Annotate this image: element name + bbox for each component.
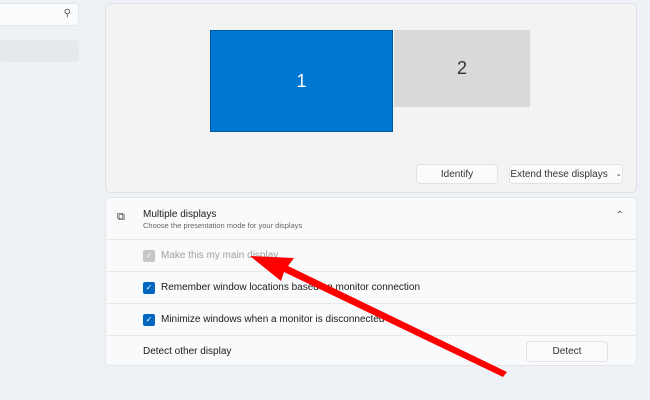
arrow-shape: [250, 256, 507, 377]
red-arrow-annotation: [250, 256, 507, 377]
